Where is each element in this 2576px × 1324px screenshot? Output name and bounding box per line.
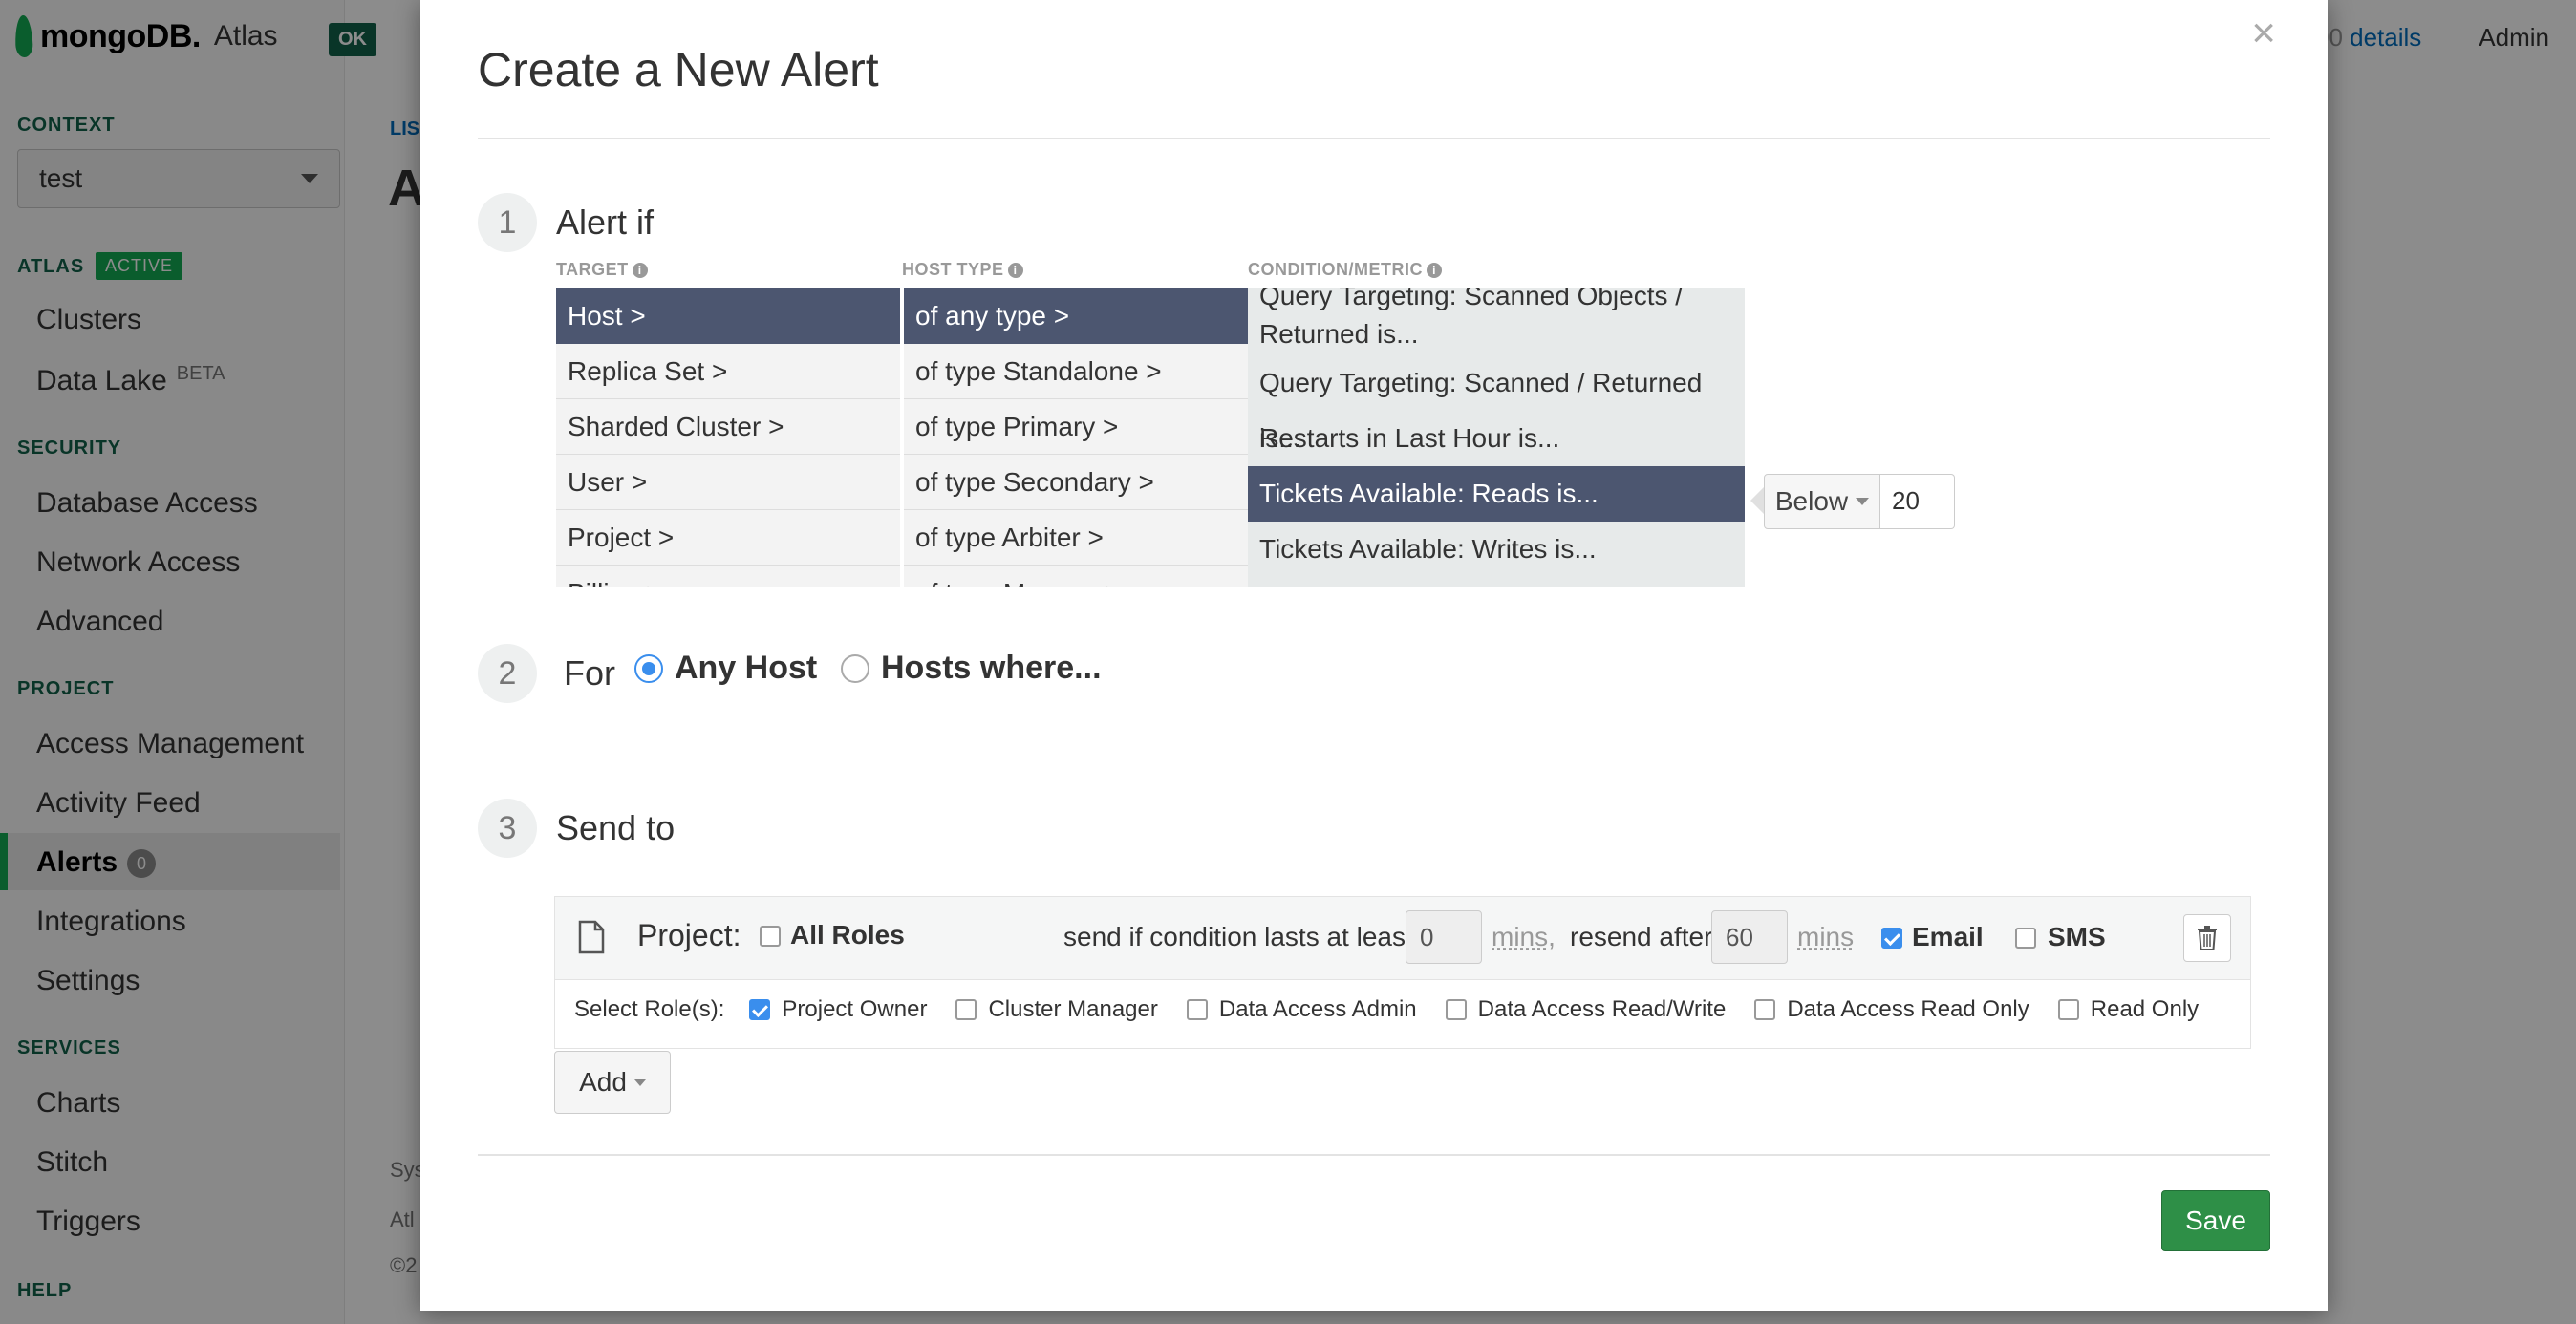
role-checkbox-cluster-manager[interactable]	[955, 999, 977, 1020]
role-label: Data Access Read/Write	[1477, 996, 1727, 1022]
info-icon[interactable]: i	[1427, 263, 1442, 279]
target-header-label: TARGET	[556, 260, 629, 279]
role-checkbox-project-owner[interactable]	[749, 999, 771, 1020]
condition-value-input[interactable]: 20	[1880, 474, 1955, 529]
role-checkbox-read-only[interactable]	[2057, 999, 2079, 1020]
email-checkbox[interactable]	[1881, 928, 1902, 949]
project-label: Project:	[637, 918, 741, 952]
add-button-label: Add	[579, 1067, 627, 1097]
host-type-list[interactable]: of any type > of type Standalone > of ty…	[902, 288, 1248, 587]
info-icon[interactable]: i	[1007, 263, 1023, 279]
role-label: Data Access Read Only	[1787, 996, 2029, 1022]
trash-icon	[2198, 926, 2217, 950]
role-checkbox-data-access-read-write[interactable]	[1445, 999, 1467, 1020]
step-2-title: For	[564, 653, 615, 693]
chevron-down-icon	[1856, 498, 1870, 505]
resend-label: resend after	[1570, 922, 1713, 951]
target-item-sharded-cluster[interactable]: Sharded Cluster >	[556, 399, 900, 455]
hosts-where-option[interactable]: Hosts where...	[841, 650, 1102, 687]
role-label: Data Access Admin	[1218, 996, 1417, 1022]
all-roles-checkbox[interactable]	[760, 926, 781, 947]
role-label: Read Only	[2090, 996, 2200, 1022]
any-host-radio[interactable]	[634, 653, 663, 683]
condition-pointer	[1750, 487, 1764, 514]
step-3-title: Send to	[556, 808, 676, 847]
target-item-project[interactable]: Project >	[556, 510, 900, 566]
host-type-item-primary[interactable]: of type Primary >	[904, 399, 1248, 455]
info-icon[interactable]: i	[632, 263, 648, 279]
mins-label: mins,	[1492, 922, 1556, 951]
metric-item[interactable]: Query Targeting: Scanned Objects / Retur…	[1248, 288, 1745, 355]
chevron-down-icon	[633, 1078, 646, 1086]
role-label: Cluster Manager	[988, 996, 1158, 1022]
host-type-item-secondary[interactable]: of type Secondary >	[904, 455, 1248, 510]
delete-notification-button[interactable]	[2183, 914, 2231, 962]
role-checkbox-data-access-admin[interactable]	[1186, 999, 1208, 1020]
mins-label: mins	[1797, 922, 1855, 951]
condition-operator-label: Below	[1774, 486, 1849, 516]
metric-item-selected[interactable]: Tickets Available: Reads is...	[1248, 466, 1745, 522]
role-label: Project Owner	[782, 996, 928, 1022]
select-roles-label: Select Role(s):	[574, 996, 725, 1022]
condition-header-label: CONDITION/METRIC	[1248, 260, 1423, 279]
host-type-item-standalone[interactable]: of type Standalone >	[904, 344, 1248, 399]
target-item-user[interactable]: User >	[556, 455, 900, 510]
host-type-item-any[interactable]: of any type >	[904, 288, 1248, 344]
host-type-item-arbiter[interactable]: of type Arbiter >	[904, 510, 1248, 566]
step-2-number: 2	[478, 644, 537, 703]
target-item-billing[interactable]: Billing >	[556, 566, 900, 587]
condition-duration-input[interactable]: 0	[1406, 910, 1482, 964]
step-1-title: Alert if	[556, 203, 655, 242]
metric-item[interactable]: Restarts in Last Hour is...	[1248, 411, 1745, 466]
role-checkbox-data-access-read-only[interactable]	[1754, 999, 1776, 1020]
host-type-header: HOST TYPE i	[902, 260, 1023, 280]
target-item-replica-set[interactable]: Replica Set >	[556, 344, 900, 399]
any-host-option[interactable]: Any Host	[634, 650, 817, 687]
metric-item[interactable]: Tickets Available: Writes is...	[1248, 522, 1745, 577]
condition-header: CONDITION/METRIC i	[1248, 260, 1442, 280]
add-notification-button[interactable]: Add	[554, 1051, 671, 1114]
create-alert-modal: Create a New Alert × 1 Alert if TARGET i …	[420, 0, 2328, 1311]
host-type-item-mongos[interactable]: of type Mongos >	[904, 566, 1248, 587]
condition-metric-list[interactable]: Query Targeting: Scanned Objects / Retur…	[1248, 288, 1745, 587]
condition-duration-label: send if condition lasts at least	[1063, 922, 1413, 951]
modal-title: Create a New Alert	[478, 43, 879, 96]
resend-interval-input[interactable]: 60	[1711, 910, 1788, 964]
any-host-label: Any Host	[675, 650, 818, 686]
target-item-host[interactable]: Host >	[556, 288, 900, 344]
hosts-where-label: Hosts where...	[881, 650, 1102, 686]
save-button[interactable]: Save	[2161, 1190, 2270, 1251]
sms-checkbox[interactable]	[2015, 928, 2036, 949]
document-icon	[578, 920, 605, 954]
step-3-number: 3	[478, 799, 537, 858]
all-roles-label: All Roles	[790, 920, 905, 950]
role-selection: Select Role(s): Project Owner Cluster Ma…	[574, 996, 2199, 1023]
email-label: Email	[1912, 922, 1984, 951]
sms-label: SMS	[2048, 922, 2106, 951]
target-list[interactable]: Host > Replica Set > Sharded Cluster > U…	[556, 288, 900, 587]
condition-operator-select[interactable]: Below	[1764, 474, 1880, 529]
step-1-number: 1	[478, 193, 537, 252]
hosts-where-radio[interactable]	[841, 653, 869, 683]
notification-row: Project: All Roles send if condition las…	[554, 896, 2251, 1049]
close-icon[interactable]: ×	[2251, 10, 2276, 57]
divider	[478, 138, 2270, 139]
notification-settings: Project: All Roles send if condition las…	[555, 897, 2250, 980]
target-header: TARGET i	[556, 260, 648, 280]
metric-item[interactable]: Query Targeting: Scanned / Returned is..…	[1248, 355, 1745, 453]
host-type-header-label: HOST TYPE	[902, 260, 1004, 279]
divider	[478, 1154, 2270, 1156]
